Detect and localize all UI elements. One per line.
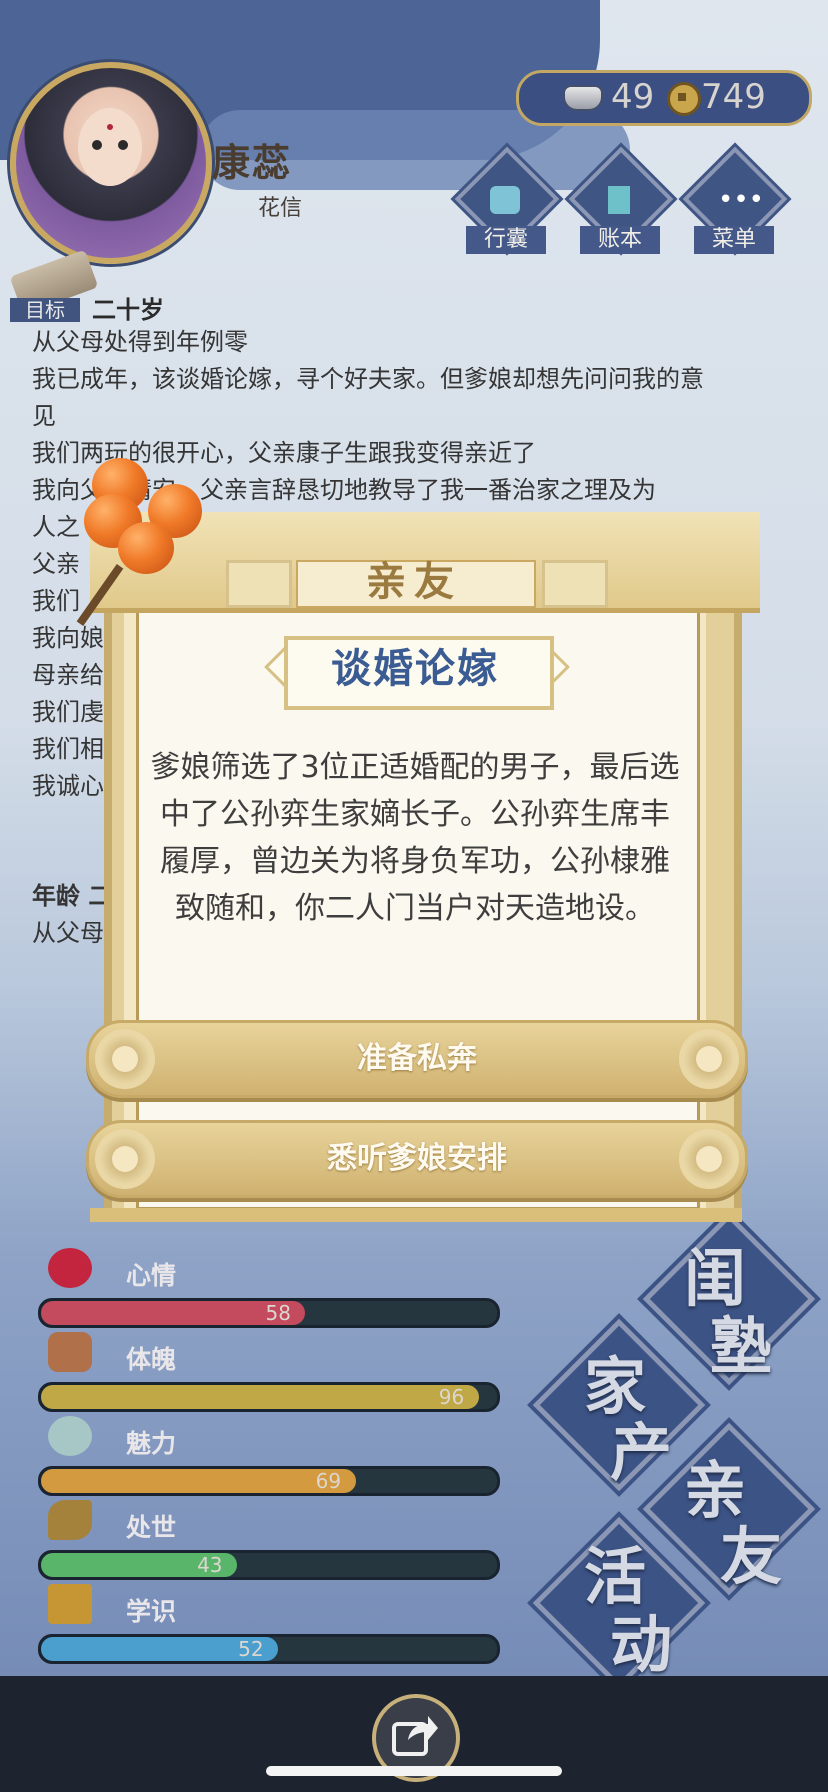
nav-char: 动 [610,1608,673,1681]
currency-panel: 49 749 [516,70,812,126]
header-ornament [542,560,608,608]
bar-value: 52 [238,1637,264,1661]
avatar-face [78,108,142,186]
log-line: 见 [32,402,56,430]
stat-label: 学识 [126,1597,177,1626]
jade-icon [48,1416,92,1456]
ledger-label: 账本 [580,226,660,254]
book-icon [48,1584,92,1624]
modal-category: 亲友 [366,559,462,605]
social-bar: 43 [38,1550,500,1580]
log-line: 我向父亲请安，父亲言辞恳切地教导了我一番治家之理及为 [32,476,656,504]
more-icon: ••• [718,185,765,215]
bag-label: 行囊 [466,226,546,254]
ledger-icon [608,186,630,214]
home-indicator [266,1766,562,1776]
knowledge-bar: 52 [38,1634,500,1664]
stat-label: 处世 [126,1513,177,1542]
player-name: 康蕊 [212,141,293,185]
bag-icon [490,186,520,214]
nav-char: 塾 [710,1310,773,1383]
silver-amount: 49 [611,77,655,117]
choice-label: 悉听爹娘安排 [327,1141,507,1176]
target-label[interactable]: 目标 [10,298,80,322]
silver-ingot-icon [563,85,603,111]
copper-amount: 749 [701,77,766,117]
menu-button[interactable]: ••• 菜单 [682,146,788,256]
stat-label: 体魄 [126,1345,177,1374]
modal-bottom-trim [90,1208,742,1222]
modal-title: 谈婚论嫁 [331,646,499,692]
fruit-decoration [118,522,174,574]
mood-bar: 58 [38,1298,500,1328]
ledger-button[interactable]: 账本 [568,146,674,256]
header-ornament [226,560,292,608]
elope-button[interactable]: 准备私奔 [86,1020,748,1098]
nav-activities[interactable]: 活 动 [532,1516,706,1690]
modal-body: 爹娘筛选了3位正适婚配的男子，最后选中了公孙弈生家嫡长子。公孙弈生席丰履厚，曾边… [150,750,680,926]
stat-label: 心情 [126,1261,177,1290]
log-line: 从父母处得到年例零 [32,328,248,356]
bar-fill [41,1469,356,1493]
charm-bar: 69 [38,1466,500,1496]
share-icon [392,1716,438,1756]
vase-icon [48,1332,92,1372]
physique-bar: 96 [38,1382,500,1412]
avatar-eye [118,140,128,150]
choice-label: 准备私奔 [357,1041,477,1076]
avatar-forehead-dot [107,124,113,130]
log-line: 我已成年，该谈婚论嫁，寻个好夫家。但爹娘却想先问问我的意 [32,365,704,393]
bag-button[interactable]: 行囊 [454,146,560,256]
avatar-eye [92,140,102,150]
leaf-icon [48,1500,92,1540]
nav-char: 友 [720,1520,783,1593]
bar-value: 96 [438,1385,465,1409]
bar-value: 43 [197,1553,223,1577]
age-heading: 二十岁 [92,296,164,324]
log-line: 我们两玩的很开心，父亲康子生跟我变得亲近了 [32,439,536,467]
copper-coin-icon [667,82,701,116]
bar-value: 69 [315,1469,342,1493]
bar-value: 58 [265,1301,291,1325]
stat-label: 魅力 [126,1429,177,1458]
obey-parents-button[interactable]: 悉听爹娘安排 [86,1120,748,1198]
player-subtitle: 花信 [258,196,303,221]
flower-icon [48,1248,92,1288]
bar-fill [41,1385,479,1409]
menu-label: 菜单 [694,226,774,254]
